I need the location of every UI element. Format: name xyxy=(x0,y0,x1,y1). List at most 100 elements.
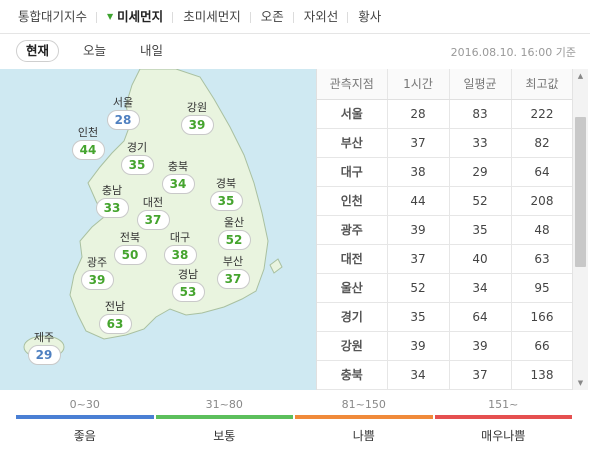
cell-1h: 44 xyxy=(387,186,450,216)
map-city-busan[interactable]: 부산 37 xyxy=(210,255,256,289)
tab-label: 초미세먼지 xyxy=(183,8,241,24)
legend-label: 매우나쁨 xyxy=(481,429,526,443)
map-city-jeonnam[interactable]: 전남 63 xyxy=(92,300,138,334)
tab-label: 자외선 xyxy=(303,8,339,24)
city-name: 충남 xyxy=(101,184,123,197)
scroll-up-icon[interactable]: ▲ xyxy=(573,69,588,83)
legend-bar xyxy=(155,415,293,419)
legend-label: 좋음 xyxy=(73,429,96,443)
table-row: 대전 37 40 63 xyxy=(317,244,574,274)
cell-station: 경기 xyxy=(317,302,388,332)
table-scrollbar[interactable]: ▲ ▼ xyxy=(572,69,588,390)
map-city-chungnam[interactable]: 충남 33 xyxy=(89,184,135,218)
table-row: 충북 34 37 138 xyxy=(317,360,574,390)
cell-1h: 39 xyxy=(387,331,450,361)
table-header-row: 관측지점 1시간 일평균 최고값 xyxy=(317,69,574,100)
map-city-gangwon[interactable]: 강원 39 xyxy=(174,101,220,135)
map-city-gyeongnam[interactable]: 경남 53 xyxy=(165,268,211,302)
table-row: 대구 38 29 64 xyxy=(317,157,574,187)
tab-uv[interactable]: 자외선 xyxy=(292,0,359,34)
city-value: 52 xyxy=(217,230,251,250)
cell-max: 48 xyxy=(511,215,574,245)
legend-very-bad: 151~ 매우나쁨 xyxy=(434,395,574,445)
map-city-seoul[interactable]: 서울 28 xyxy=(100,96,146,130)
map-city-gyeongbuk[interactable]: 경북 35 xyxy=(203,177,249,211)
city-value: 39 xyxy=(180,115,214,135)
cell-station: 대전 xyxy=(317,244,388,274)
tab-yellow-dust[interactable]: 황사 xyxy=(347,0,401,34)
city-value: 53 xyxy=(171,282,205,302)
legend-bar xyxy=(434,415,572,419)
city-name: 대전 xyxy=(142,196,164,209)
tab-today[interactable]: 오늘 xyxy=(73,40,116,62)
city-name: 제주 xyxy=(33,331,55,344)
caret-down-icon: ▼ xyxy=(107,11,114,21)
cell-daily-avg: 34 xyxy=(449,273,512,303)
legend-bad: 81~150 나쁨 xyxy=(294,395,434,445)
city-value: 29 xyxy=(27,345,61,365)
cell-max: 166 xyxy=(511,302,574,332)
legend-range: 0~30 xyxy=(69,398,100,411)
city-name: 전북 xyxy=(119,231,141,244)
cell-1h: 52 xyxy=(387,273,450,303)
col-header-1h: 1시간 xyxy=(387,69,450,100)
city-name: 강원 xyxy=(186,101,208,114)
map-city-daegu[interactable]: 대구 38 xyxy=(157,231,203,265)
legend-good: 0~30 좋음 xyxy=(15,395,155,445)
timestamp: 2016.08.10. 16:00 기준 xyxy=(450,46,576,59)
tab-tomorrow[interactable]: 내일 xyxy=(130,40,173,62)
legend-label: 나쁨 xyxy=(352,429,375,443)
korea-map: 서울 28 강원 39 인천 44 경기 35 충북 34 충남 33 대전 37 경북 35 … xyxy=(0,69,316,390)
cell-station: 광주 xyxy=(317,215,388,245)
map-city-daejeon[interactable]: 대전 37 xyxy=(130,196,176,230)
category-tabs: 통합대기지수 ▼ 미세먼지 초미세먼지 오존 자외선 황사 xyxy=(0,0,590,34)
cell-station: 인천 xyxy=(317,186,388,216)
cell-daily-avg: 39 xyxy=(449,331,512,361)
city-name: 부산 xyxy=(222,255,244,268)
scroll-down-icon[interactable]: ▼ xyxy=(573,376,588,390)
legend-range: 151~ xyxy=(488,398,519,411)
city-value: 39 xyxy=(80,270,114,290)
grade-legend: 0~30 좋음 31~80 보통 81~150 나쁨 151~ 매우나쁨 xyxy=(15,395,573,445)
cell-1h: 28 xyxy=(387,99,450,129)
map-city-chungbuk[interactable]: 충북 34 xyxy=(155,160,201,194)
table-row: 울산 52 34 95 xyxy=(317,273,574,303)
cell-daily-avg: 52 xyxy=(449,186,512,216)
table-row: 인천 44 52 208 xyxy=(317,186,574,216)
city-value: 35 xyxy=(209,191,243,211)
map-city-incheon[interactable]: 인천 44 xyxy=(65,126,111,160)
map-city-gyeonggi[interactable]: 경기 35 xyxy=(114,141,160,175)
col-header-daily-avg: 일평균 xyxy=(449,69,512,100)
map-city-ulsan[interactable]: 울산 52 xyxy=(211,216,257,250)
map-city-jeju[interactable]: 제주 29 xyxy=(21,331,67,365)
cell-max: 208 xyxy=(511,186,574,216)
time-tabs: 현재 오늘 내일 2016.08.10. 16:00 기준 xyxy=(0,34,590,68)
table-row: 부산 37 33 82 xyxy=(317,128,574,158)
cell-daily-avg: 64 xyxy=(449,302,512,332)
cell-daily-avg: 37 xyxy=(449,360,512,390)
tab-integrated-index[interactable]: 통합대기지수 xyxy=(0,0,107,34)
scrollbar-thumb[interactable] xyxy=(575,117,586,267)
city-name: 경북 xyxy=(215,177,237,190)
city-value: 34 xyxy=(161,174,195,194)
city-name: 서울 xyxy=(112,96,134,109)
cell-max: 64 xyxy=(511,157,574,187)
city-value: 35 xyxy=(120,155,154,175)
cell-station: 울산 xyxy=(317,273,388,303)
city-value: 38 xyxy=(163,245,197,265)
station-table: 관측지점 1시간 일평균 최고값 서울 28 83 222 부산 37 33 82 대구 38… xyxy=(317,69,574,390)
table-row: 서울 28 83 222 xyxy=(317,99,574,129)
map-city-gwangju[interactable]: 광주 39 xyxy=(74,256,120,290)
legend-label: 보통 xyxy=(213,429,236,443)
tab-label: 오존 xyxy=(260,8,284,24)
cell-station: 강원 xyxy=(317,331,388,361)
table-row: 광주 39 35 48 xyxy=(317,215,574,245)
tab-now[interactable]: 현재 xyxy=(16,40,60,62)
tab-ozone[interactable]: 오존 xyxy=(249,0,304,34)
cell-daily-avg: 83 xyxy=(449,99,512,129)
table-row: 경기 35 64 166 xyxy=(317,302,574,332)
city-value: 44 xyxy=(71,140,105,160)
legend-range: 31~80 xyxy=(205,398,243,411)
city-value: 28 xyxy=(106,110,140,130)
legend-bar xyxy=(295,415,433,419)
